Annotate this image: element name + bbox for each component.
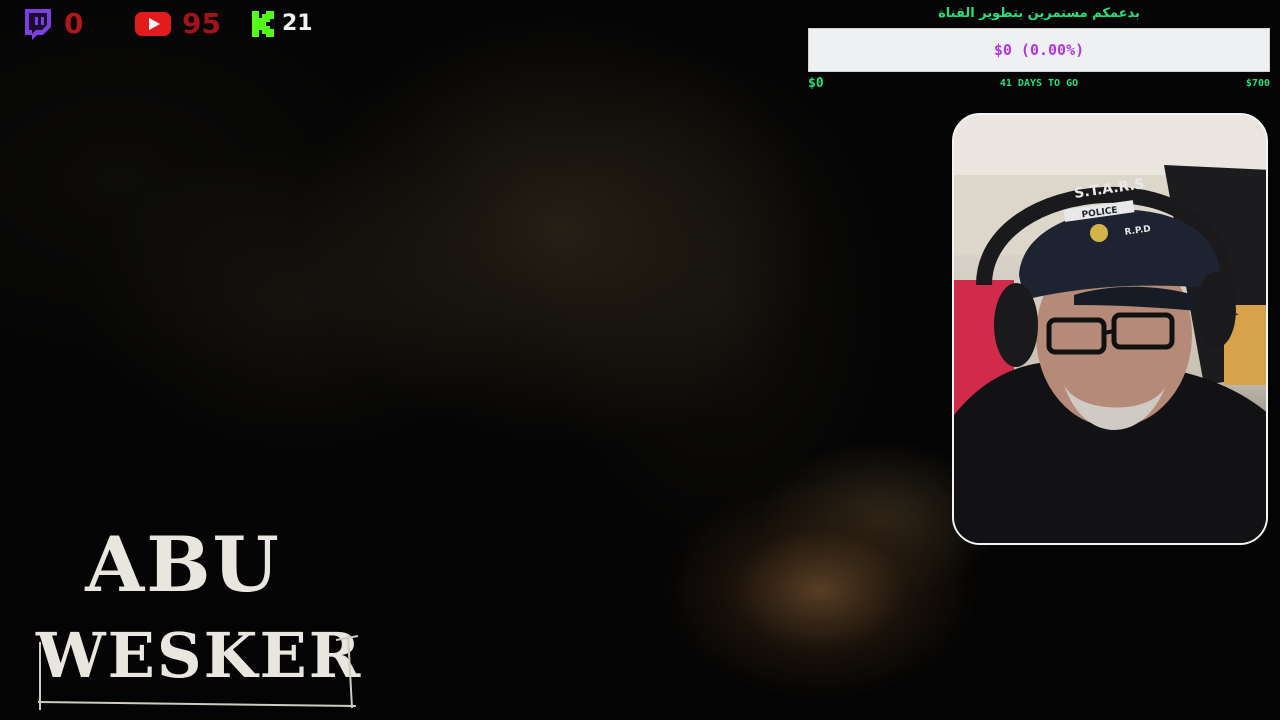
donation-goal-widget: بدعمكم مستمرين بتطوير القناة $0 (0.00%) … (808, 4, 1270, 94)
goal-progress-bar: $0 (0.00%) (808, 28, 1270, 72)
youtube-stat: 95 (134, 6, 221, 42)
youtube-icon (134, 10, 172, 38)
kick-icon (252, 11, 274, 37)
channel-logo: ABU WESKER (36, 522, 366, 712)
goal-days-remaining: 41 DAYS TO GO (999, 78, 1079, 89)
logo-scratch-decoration (37, 633, 359, 710)
streamer-webcam-image: S.T.A.R.S POLICE R.P.D (954, 115, 1266, 543)
goal-title: بدعمكم مستمرين بتطوير القناة (938, 6, 1140, 21)
webcam-overlay: S.T.A.R.S POLICE R.P.D (952, 113, 1268, 545)
twitch-icon (20, 7, 54, 41)
kick-stat: 21 (252, 6, 313, 42)
goal-progress-text: $0 (0.00%) (993, 41, 1085, 59)
goal-max-label: $700 (1245, 78, 1270, 89)
youtube-count: 95 (182, 7, 221, 40)
twitch-stat: 0 (20, 6, 83, 42)
kick-count: 21 (282, 11, 313, 36)
twitch-count: 0 (64, 7, 84, 40)
